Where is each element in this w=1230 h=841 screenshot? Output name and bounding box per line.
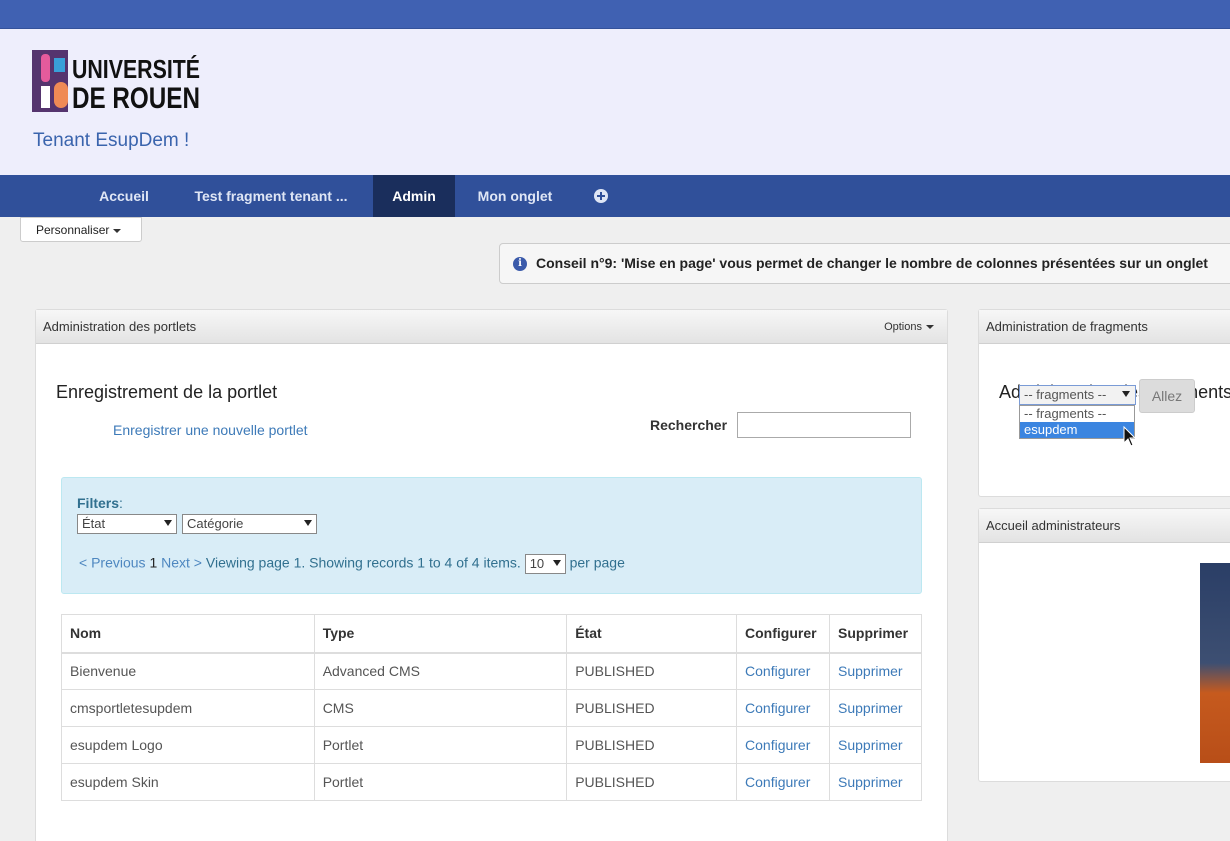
tab-accueil[interactable]: Accueil: [78, 175, 170, 217]
cell-supprimer: Supprimer: [829, 652, 922, 690]
dropdown-arrow-icon: [552, 560, 561, 566]
cell-nom: esupdem Logo: [61, 726, 315, 764]
go-button[interactable]: Allez: [1139, 379, 1195, 413]
column-header-nom[interactable]: Nom: [61, 614, 315, 654]
table-row: Bienvenue Advanced CMS PUBLISHED Configu…: [61, 652, 922, 690]
fragment-admin-panel: Administration de fragments Administrati…: [978, 309, 1230, 497]
dropdown-arrow-icon: [304, 520, 312, 526]
cell-supprimer: Supprimer: [829, 726, 922, 764]
fragment-option[interactable]: -- fragments --: [1020, 406, 1134, 422]
delete-link[interactable]: Supprimer: [838, 774, 903, 790]
tip-banner: i Conseil n°9: 'Mise en page' vous perme…: [499, 243, 1230, 284]
portlet-admin-header: Administration des portlets Options: [36, 310, 947, 344]
cell-configurer: Configurer: [736, 652, 830, 690]
site-header: UNIVERSITÉ DE ROUEN Tenant EsupDem !: [0, 29, 1230, 175]
per-page-label: per page: [569, 554, 625, 571]
add-tab-icon[interactable]: [594, 189, 608, 203]
column-header-etat[interactable]: État: [566, 614, 738, 654]
portlet-admin-panel: Administration des portlets Options Enre…: [35, 309, 948, 841]
filters-box: Filters: État Catégorie < Previous 1 Nex…: [61, 477, 922, 594]
configure-link[interactable]: Configurer: [745, 663, 810, 679]
cell-configurer: Configurer: [736, 763, 830, 801]
university-logo[interactable]: UNIVERSITÉ DE ROUEN: [32, 50, 202, 112]
table-row: esupdem Skin Portlet PUBLISHED Configure…: [61, 763, 922, 801]
cell-type: CMS: [313, 689, 568, 727]
cell-etat: PUBLISHED: [566, 763, 738, 801]
column-header-type[interactable]: Type: [313, 614, 568, 654]
delete-link[interactable]: Supprimer: [838, 737, 903, 753]
cell-configurer: Configurer: [736, 726, 830, 764]
fragment-dropdown-list: -- fragments -- esupdem: [1019, 405, 1135, 439]
customize-label: Personnaliser: [36, 223, 110, 237]
cell-type: Portlet: [313, 726, 568, 764]
logo-text-universite: UNIVERSITÉ: [72, 54, 200, 84]
admin-home-header: Accueil administrateurs: [979, 509, 1230, 543]
search-label: Rechercher: [650, 417, 728, 433]
options-menu[interactable]: Options: [884, 310, 934, 344]
cell-etat: PUBLISHED: [566, 689, 738, 727]
tab-admin[interactable]: Admin: [373, 175, 455, 217]
tip-text: Conseil n°9: 'Mise en page' vous permet …: [536, 255, 1208, 271]
caret-down-icon: [113, 228, 122, 233]
portlet-registration-title: Enregistrement de la portlet: [56, 382, 278, 402]
info-icon: i: [513, 257, 527, 271]
cell-etat: PUBLISHED: [566, 652, 738, 690]
register-portlet-link[interactable]: Enregistrer une nouvelle portlet: [113, 422, 308, 438]
cell-type: Portlet: [313, 763, 568, 801]
dropdown-arrow-icon: [1122, 391, 1130, 397]
cell-nom: esupdem Skin: [61, 763, 315, 801]
fragment-admin-header: Administration de fragments: [979, 310, 1230, 344]
cell-supprimer: Supprimer: [829, 763, 922, 801]
fragment-option-esupdem[interactable]: esupdem: [1020, 422, 1134, 438]
portlet-table: Nom Type État Configurer Supprimer Bienv…: [61, 614, 922, 801]
table-row: cmsportletesupdem CMS PUBLISHED Configur…: [61, 689, 922, 727]
portlet-admin-header-title: Administration des portlets: [43, 319, 197, 334]
filters-title: Filters:: [77, 495, 123, 511]
state-filter-select[interactable]: État: [77, 514, 177, 534]
previous-page-link[interactable]: < Previous: [79, 555, 146, 571]
column-header-configurer: Configurer: [736, 614, 830, 654]
page-size-select[interactable]: 10: [524, 554, 566, 574]
top-bar: [0, 0, 1230, 29]
admin-home-panel: Accueil administrateurs: [978, 508, 1230, 782]
cell-nom: Bienvenue: [61, 652, 315, 690]
customize-button[interactable]: Personnaliser: [20, 217, 142, 242]
next-page-link[interactable]: Next >: [161, 555, 202, 571]
cell-type: Advanced CMS: [313, 652, 568, 690]
cell-nom: cmsportletesupdem: [61, 689, 315, 727]
configure-link[interactable]: Configurer: [745, 700, 810, 716]
table-header-row: Nom Type État Configurer Supprimer: [61, 614, 922, 654]
cell-etat: PUBLISHED: [566, 726, 738, 764]
configure-link[interactable]: Configurer: [745, 774, 810, 790]
search-input[interactable]: [737, 412, 911, 438]
tab-test-fragment[interactable]: Test fragment tenant ...: [170, 175, 372, 217]
tenant-title: Tenant EsupDem !: [33, 130, 190, 151]
cell-supprimer: Supprimer: [829, 689, 922, 727]
current-page: 1: [149, 554, 158, 571]
delete-link[interactable]: Supprimer: [838, 663, 903, 679]
category-filter-select[interactable]: Catégorie: [182, 514, 317, 534]
pager: < Previous 1 Next > Viewing page 1. Show…: [79, 554, 625, 574]
cell-configurer: Configurer: [736, 689, 830, 727]
tab-mon-onglet[interactable]: Mon onglet: [455, 175, 575, 217]
configure-link[interactable]: Configurer: [745, 737, 810, 753]
logo-text-rouen: DE ROUEN: [72, 82, 200, 112]
column-header-supprimer: Supprimer: [829, 614, 922, 654]
delete-link[interactable]: Supprimer: [838, 700, 903, 716]
fragment-select[interactable]: -- fragments --: [1019, 385, 1136, 405]
admin-home-image: [1200, 563, 1230, 763]
options-label: Options: [884, 321, 922, 333]
pager-summary: Viewing page 1. Showing records 1 to 4 o…: [205, 554, 521, 571]
caret-down-icon: [926, 325, 934, 330]
table-row: esupdem Logo Portlet PUBLISHED Configure…: [61, 726, 922, 764]
dropdown-arrow-icon: [164, 520, 172, 526]
main-navbar: Accueil Test fragment tenant ... Admin M…: [0, 175, 1230, 217]
mouse-cursor-icon: [1123, 426, 1137, 447]
